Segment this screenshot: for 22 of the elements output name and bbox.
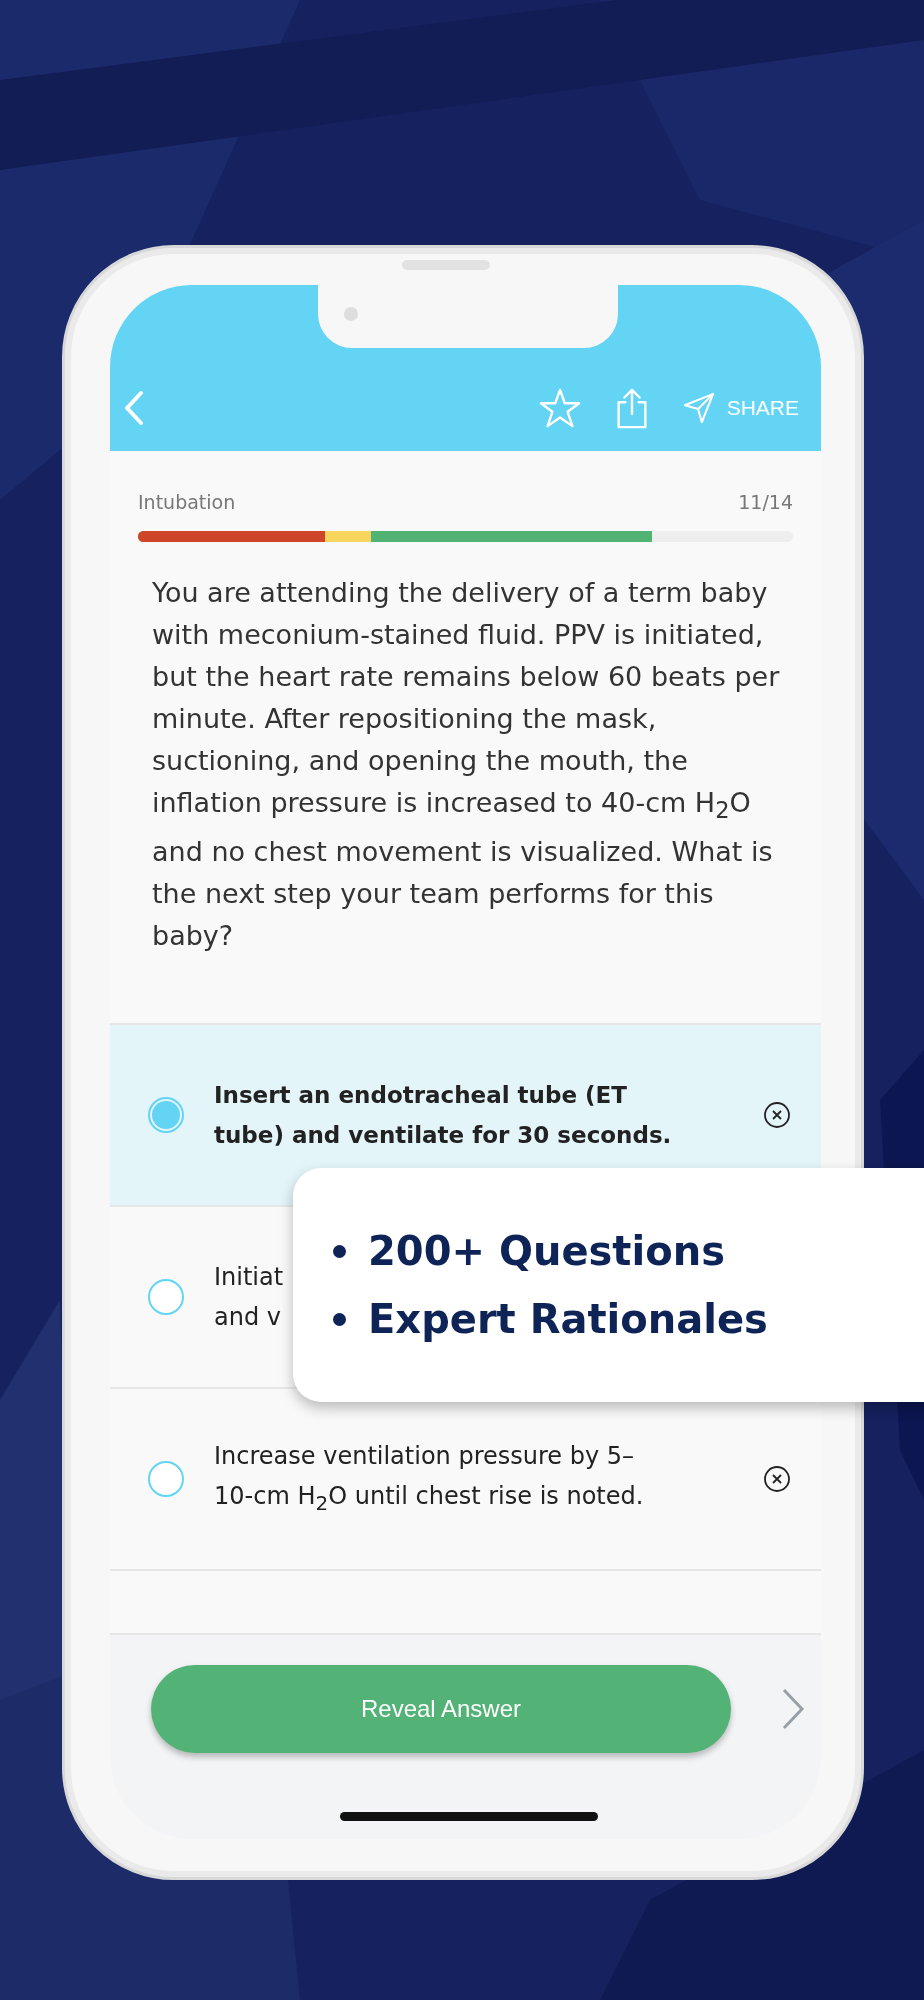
radio-button[interactable] <box>148 1461 184 1497</box>
chevron-right-icon[interactable] <box>781 1687 805 1731</box>
option-text: Insert an endotracheal tube (ET <box>214 1081 627 1110</box>
option-text: Initiat <box>214 1262 284 1293</box>
promo-text: Expert Rationales <box>368 1297 768 1341</box>
bullet-icon <box>333 1244 346 1258</box>
option-text: and v <box>214 1302 281 1333</box>
close-icon[interactable] <box>763 1101 791 1129</box>
question-counter: 11/14 <box>738 491 793 513</box>
topic-label: Intubation <box>138 491 236 513</box>
star-icon[interactable] <box>538 387 581 429</box>
option-text: 10-cm H$_{2}$O until chest rise is noted. <box>214 1480 644 1517</box>
radio-button[interactable] <box>148 1279 184 1315</box>
close-icon[interactable] <box>763 1465 791 1493</box>
bullet-icon <box>333 1312 346 1326</box>
promo-text: 200+ Questions <box>368 1229 725 1273</box>
radio-button[interactable] <box>148 1097 184 1133</box>
option-text: tube) and ventilate for 30 seconds. <box>214 1121 672 1150</box>
option-text: Increase ventilation pressure by 5– <box>214 1440 635 1472</box>
back-icon[interactable] <box>124 390 144 426</box>
send-icon <box>682 392 715 424</box>
question-text: You are attending the delivery of a term baby with meconium-stained fluid. PPV is initiated, but the heart rate remains below 60 beats per minute. After repositioning the mask, suctioning, and opening the mouth, the inflation pressure is increased to 40-cm H$_{2}$O and no chest movement is visualized. What is the next step your team performs for this baby? <box>152 576 781 954</box>
